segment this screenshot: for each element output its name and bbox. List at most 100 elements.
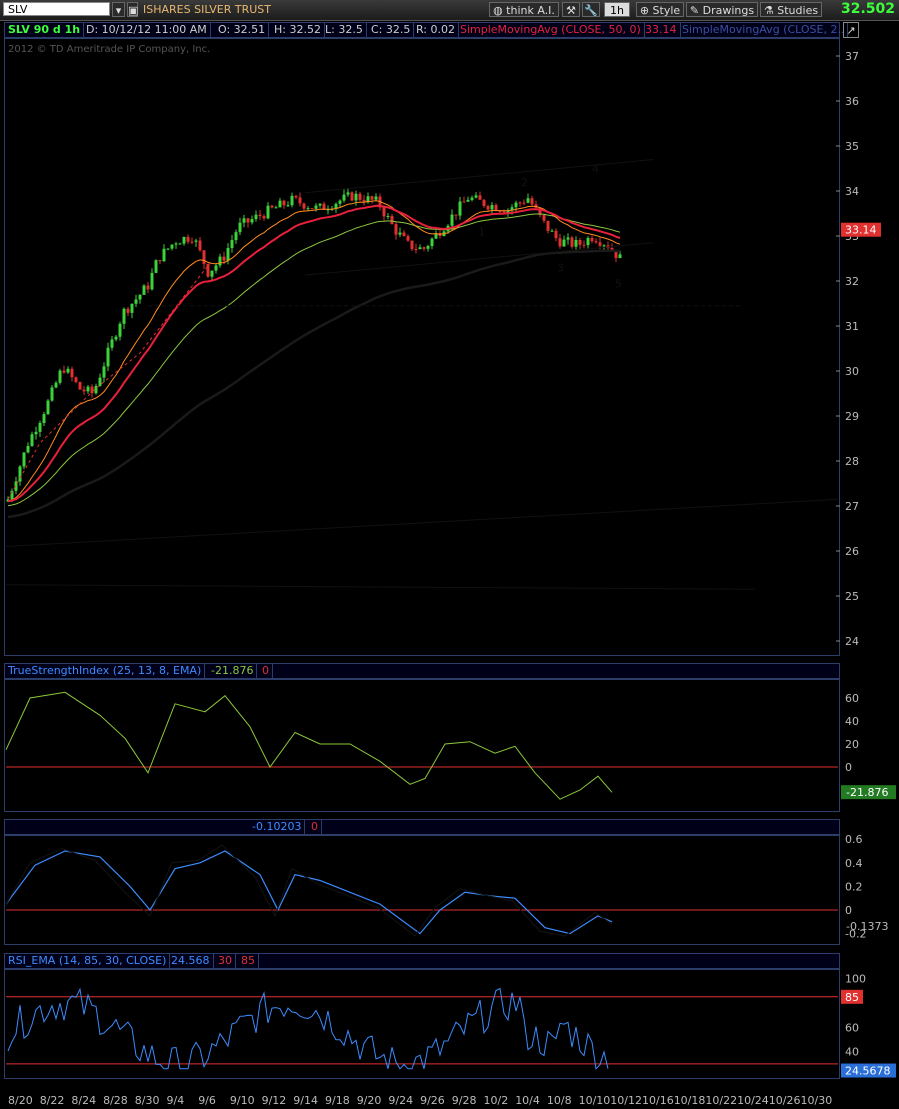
candle-body bbox=[258, 214, 262, 217]
price-tick-label: 29 bbox=[845, 410, 859, 423]
candle-body bbox=[238, 222, 242, 233]
candle-body bbox=[374, 196, 378, 200]
x-axis-label: 9/26 bbox=[420, 1094, 445, 1107]
tsi-tick-label: 40 bbox=[845, 715, 859, 728]
candle-body bbox=[206, 263, 210, 277]
x-axis-label: 10/8 bbox=[547, 1094, 572, 1107]
tsi-header: TrueStrengthIndex (25, 13, 8, EMA) -21.8… bbox=[4, 663, 840, 679]
candle-body bbox=[106, 347, 110, 367]
candle-body bbox=[486, 206, 490, 210]
price-tick-label: 28 bbox=[845, 455, 859, 468]
trendline bbox=[5, 498, 839, 547]
candle-body bbox=[30, 434, 34, 446]
x-axis-label: 9/10 bbox=[230, 1094, 255, 1107]
candle-body bbox=[422, 247, 426, 249]
x-axis-label: 8/28 bbox=[103, 1094, 128, 1107]
candle-body bbox=[234, 232, 238, 241]
rsi-tick-label: 40 bbox=[845, 1046, 859, 1059]
trendline bbox=[5, 584, 756, 590]
candle-body bbox=[214, 265, 218, 271]
candle-body bbox=[574, 239, 578, 247]
candle-body bbox=[266, 205, 270, 219]
candle-body bbox=[110, 339, 114, 348]
candle-body bbox=[554, 230, 558, 239]
candle-body bbox=[262, 216, 266, 219]
price-tick-label: 35 bbox=[845, 140, 859, 153]
candle-body bbox=[406, 236, 410, 241]
candle-body bbox=[130, 303, 134, 313]
candle-body bbox=[546, 220, 550, 231]
candle-body bbox=[570, 237, 574, 247]
candle-body bbox=[86, 386, 90, 392]
candle-body bbox=[42, 414, 46, 423]
x-axis-label: 9/6 bbox=[198, 1094, 216, 1107]
x-axis-label: 10/16 bbox=[642, 1094, 674, 1107]
price-tick-label: 27 bbox=[845, 500, 859, 513]
candle-body bbox=[598, 242, 602, 246]
candle-body bbox=[418, 247, 422, 250]
candle-body bbox=[134, 299, 138, 304]
rsi-85-marker-label: 85 bbox=[845, 991, 859, 1004]
candle-body bbox=[302, 203, 306, 209]
candle-body bbox=[98, 377, 102, 386]
tsi-marker-bg bbox=[841, 785, 896, 800]
candle-body bbox=[286, 205, 290, 207]
candle-body bbox=[182, 236, 186, 244]
copyright-text: 2012 © TD Ameritrade IP Company, Inc. bbox=[8, 44, 210, 55]
candle-body bbox=[250, 219, 254, 223]
price-tick-label: 36 bbox=[845, 95, 859, 108]
x-axis-label: 9/20 bbox=[357, 1094, 382, 1107]
candle-body bbox=[70, 368, 74, 378]
candle-body bbox=[246, 218, 250, 223]
candle-body bbox=[466, 199, 470, 202]
macd-tick-label: 0.4 bbox=[845, 857, 863, 870]
candle-body bbox=[226, 248, 230, 261]
candle-body bbox=[518, 202, 522, 204]
macd-value: -0.10203 bbox=[249, 820, 306, 834]
candle-body bbox=[202, 250, 206, 264]
candle-body bbox=[386, 216, 390, 218]
candle-body bbox=[146, 285, 150, 290]
candle-body bbox=[118, 323, 122, 337]
rsi-tick-label: 100 bbox=[845, 973, 866, 986]
candle-body bbox=[166, 248, 170, 250]
x-axis-label: 8/20 bbox=[8, 1094, 33, 1107]
x-axis-label: 8/22 bbox=[40, 1094, 65, 1107]
candle-body bbox=[218, 256, 222, 266]
macd-tick-label: -0.2 bbox=[845, 928, 866, 941]
candle-body bbox=[138, 294, 142, 300]
tsi-tick-label: -20 bbox=[845, 784, 863, 797]
price-tick-label: 32 bbox=[845, 275, 859, 288]
rsi-panel[interactable] bbox=[4, 969, 840, 1079]
x-axis-label: 10/2 bbox=[484, 1094, 509, 1107]
x-axis-label: 10/24 bbox=[737, 1094, 769, 1107]
candle-body bbox=[390, 216, 394, 225]
x-axis-label: 10/22 bbox=[705, 1094, 737, 1107]
price-tick-label: 25 bbox=[845, 590, 859, 603]
macd-tick-label: 0 bbox=[845, 904, 852, 917]
macd-panel[interactable] bbox=[4, 835, 840, 945]
x-axis-label: 9/28 bbox=[452, 1094, 477, 1107]
tsi-panel[interactable] bbox=[4, 679, 840, 812]
candle-body bbox=[162, 248, 166, 262]
candle-body bbox=[294, 195, 298, 198]
tsi-tick-label: 20 bbox=[845, 738, 859, 751]
candle-body bbox=[586, 237, 590, 246]
candle-body bbox=[54, 382, 58, 388]
candle-body bbox=[350, 192, 354, 201]
x-axis-label: 10/30 bbox=[801, 1094, 833, 1107]
x-axis-label: 8/30 bbox=[135, 1094, 160, 1107]
rsi-header: RSI_EMA (14, 85, 30, CLOSE) 24.568 30 85 bbox=[4, 953, 840, 969]
candle-body bbox=[278, 200, 282, 208]
candle-body bbox=[482, 199, 486, 207]
x-axis-label: 9/12 bbox=[262, 1094, 287, 1107]
candle-body bbox=[290, 195, 294, 206]
tsi-tick-label: 60 bbox=[845, 692, 859, 705]
rsi-marker-label: 24.5678 bbox=[845, 1065, 891, 1078]
candle-body bbox=[174, 243, 178, 245]
candle-body bbox=[618, 254, 622, 259]
candle-body bbox=[430, 238, 434, 247]
candle-body bbox=[590, 237, 594, 242]
sma-orange-line bbox=[7, 200, 621, 502]
candle-body bbox=[562, 239, 566, 247]
